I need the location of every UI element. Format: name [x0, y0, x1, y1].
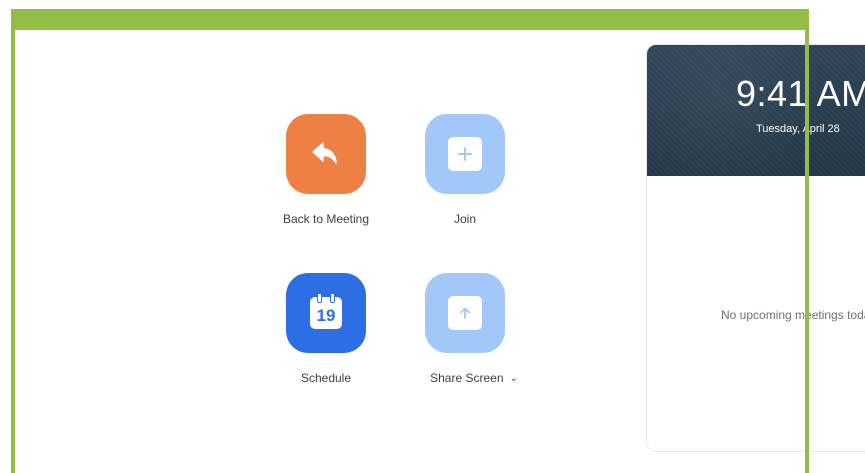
join-icon-frame	[448, 137, 482, 171]
join-label: Join	[453, 212, 477, 226]
back-to-meeting-button[interactable]	[286, 114, 366, 194]
no-meetings-message: No upcoming meetings today	[721, 308, 865, 322]
back-to-meeting-label: Back to Meeting	[282, 212, 370, 226]
clock-date: Tuesday, April 28	[756, 123, 840, 135]
share-screen-label: Share Screen	[430, 371, 504, 385]
schedule-label: Schedule	[300, 371, 352, 385]
plus-icon	[458, 147, 472, 161]
calendar-icon: 19	[310, 293, 342, 329]
upload-arrow-icon	[460, 307, 470, 319]
highlight-frame-top	[11, 9, 808, 30]
calendar-ring-right	[330, 293, 335, 303]
home-screen: 9:41 AM Tuesday, April 28 No upcoming me…	[0, 0, 865, 473]
share-screen-label-group: Share Screen ⌄	[430, 371, 518, 385]
schedule-button[interactable]: 19	[286, 273, 366, 353]
clock-header: 9:41 AM Tuesday, April 28	[647, 45, 865, 176]
join-button[interactable]	[425, 114, 505, 194]
share-screen-dropdown-icon[interactable]: ⌄	[510, 373, 518, 384]
calendar-day: 19	[316, 306, 336, 325]
highlight-frame-left	[11, 9, 15, 473]
share-screen-icon-frame	[448, 296, 482, 330]
share-screen-button[interactable]	[425, 273, 505, 353]
calendar-ring-left	[317, 293, 322, 303]
highlight-frame-right	[805, 9, 809, 473]
reply-arrow-icon	[312, 142, 337, 164]
clock-time: 9:41 AM	[736, 73, 865, 114]
upcoming-meetings-panel: 9:41 AM Tuesday, April 28 No upcoming me…	[646, 44, 865, 452]
